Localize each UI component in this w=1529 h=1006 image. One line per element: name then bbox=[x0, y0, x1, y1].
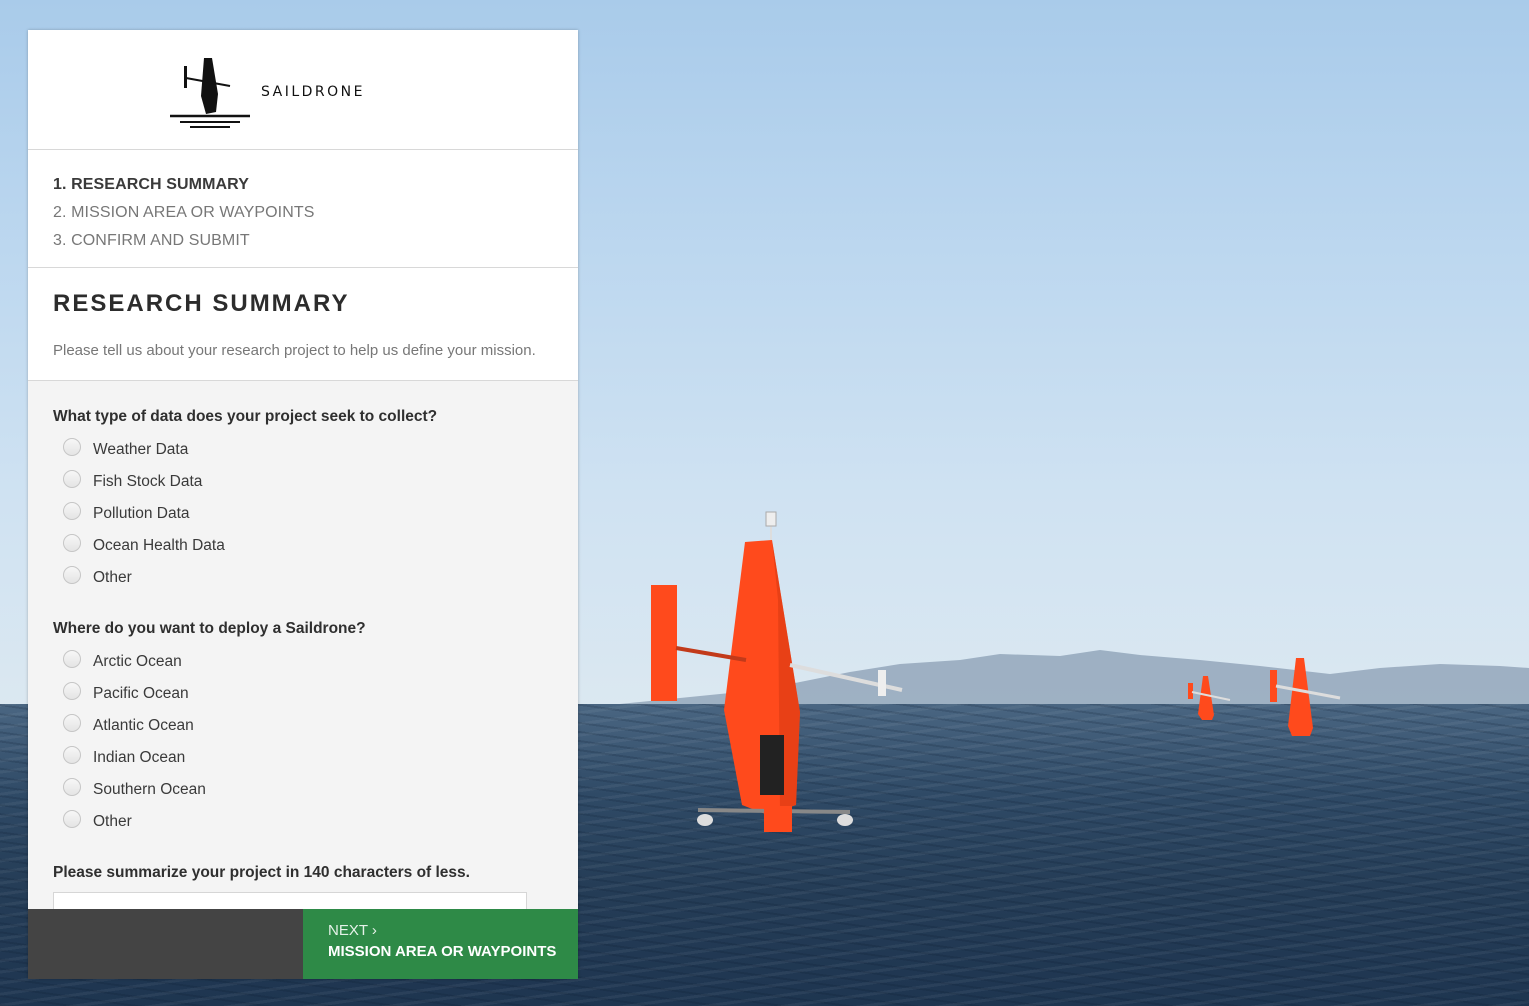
step-1-label: RESEARCH SUMMARY bbox=[71, 176, 249, 193]
saildrone-logo: SAILDRONE bbox=[170, 58, 365, 128]
saildrone-distant-2 bbox=[1270, 658, 1341, 736]
option-data-other[interactable]: Other bbox=[53, 562, 553, 594]
radio-arctic-ocean[interactable] bbox=[63, 650, 81, 668]
logo-header: SAILDRONE bbox=[28, 30, 578, 150]
radio-indian-ocean[interactable] bbox=[63, 746, 81, 764]
next-button[interactable]: NEXT › MISSION AREA OR WAYPOINTS bbox=[303, 909, 578, 979]
option-label: Other bbox=[93, 813, 132, 830]
back-button-area bbox=[28, 909, 303, 979]
option-deploy-other[interactable]: Other bbox=[53, 806, 553, 838]
next-prefix: NEXT › bbox=[328, 922, 377, 939]
mission-form-panel: SAILDRONE 1. RESEARCH SUMMARY 2. MISSION… bbox=[28, 30, 578, 979]
form-body: What type of data does your project seek… bbox=[28, 381, 578, 979]
step-2-label: MISSION AREA OR WAYPOINTS bbox=[71, 204, 315, 221]
radio-fish-stock-data[interactable] bbox=[63, 470, 81, 488]
option-pollution-data[interactable]: Pollution Data bbox=[53, 498, 553, 530]
option-weather-data[interactable]: Weather Data bbox=[53, 434, 553, 466]
radio-atlantic-ocean[interactable] bbox=[63, 714, 81, 732]
section-description: Please tell us about your research proje… bbox=[53, 342, 536, 359]
option-label: Arctic Ocean bbox=[93, 653, 182, 670]
summary-question: Please summarize your project in 140 cha… bbox=[53, 864, 470, 881]
radio-pacific-ocean[interactable] bbox=[63, 682, 81, 700]
data-type-question: What type of data does your project seek… bbox=[53, 408, 438, 425]
option-southern-ocean[interactable]: Southern Ocean bbox=[53, 774, 553, 806]
step-1[interactable]: 1. RESEARCH SUMMARY bbox=[53, 171, 553, 199]
option-label: Other bbox=[93, 569, 132, 586]
option-label: Fish Stock Data bbox=[93, 473, 203, 490]
step-2[interactable]: 2. MISSION AREA OR WAYPOINTS bbox=[53, 199, 553, 227]
radio-southern-ocean[interactable] bbox=[63, 778, 81, 796]
radio-weather-data[interactable] bbox=[63, 438, 81, 456]
option-label: Pacific Ocean bbox=[93, 685, 189, 702]
form-footer: NEXT › MISSION AREA OR WAYPOINTS bbox=[28, 909, 578, 979]
steps-nav: 1. RESEARCH SUMMARY 2. MISSION AREA OR W… bbox=[28, 150, 578, 268]
radio-data-other[interactable] bbox=[63, 566, 81, 584]
saildrone-distant-1 bbox=[1188, 676, 1231, 720]
data-type-group: What type of data does your project seek… bbox=[53, 408, 553, 594]
step-1-number: 1. bbox=[53, 176, 67, 193]
logo-wordmark: SAILDRONE bbox=[261, 84, 365, 100]
option-indian-ocean[interactable]: Indian Ocean bbox=[53, 742, 553, 774]
option-label: Pollution Data bbox=[93, 505, 190, 522]
option-atlantic-ocean[interactable]: Atlantic Ocean bbox=[53, 710, 553, 742]
section-title: RESEARCH SUMMARY bbox=[53, 290, 350, 317]
radio-ocean-health-data[interactable] bbox=[63, 534, 81, 552]
step-3-number: 3. bbox=[53, 232, 67, 249]
option-fish-stock-data[interactable]: Fish Stock Data bbox=[53, 466, 553, 498]
option-label: Ocean Health Data bbox=[93, 537, 225, 554]
radio-deploy-other[interactable] bbox=[63, 810, 81, 828]
section-intro: RESEARCH SUMMARY Please tell us about yo… bbox=[28, 268, 578, 381]
step-3-label: CONFIRM AND SUBMIT bbox=[71, 232, 250, 249]
option-arctic-ocean[interactable]: Arctic Ocean bbox=[53, 646, 553, 678]
option-ocean-health-data[interactable]: Ocean Health Data bbox=[53, 530, 553, 562]
option-pacific-ocean[interactable]: Pacific Ocean bbox=[53, 678, 553, 710]
option-label: Indian Ocean bbox=[93, 749, 186, 766]
option-label: Southern Ocean bbox=[93, 781, 206, 798]
deploy-question: Where do you want to deploy a Saildrone? bbox=[53, 620, 366, 637]
saildrone-main bbox=[651, 511, 903, 832]
step-2-number: 2. bbox=[53, 204, 67, 221]
option-label: Atlantic Ocean bbox=[93, 717, 194, 734]
next-step-label: MISSION AREA OR WAYPOINTS bbox=[328, 943, 557, 960]
radio-pollution-data[interactable] bbox=[63, 502, 81, 520]
deploy-group: Where do you want to deploy a Saildrone?… bbox=[53, 620, 553, 838]
step-3[interactable]: 3. CONFIRM AND SUBMIT bbox=[53, 227, 553, 255]
option-label: Weather Data bbox=[93, 441, 189, 458]
